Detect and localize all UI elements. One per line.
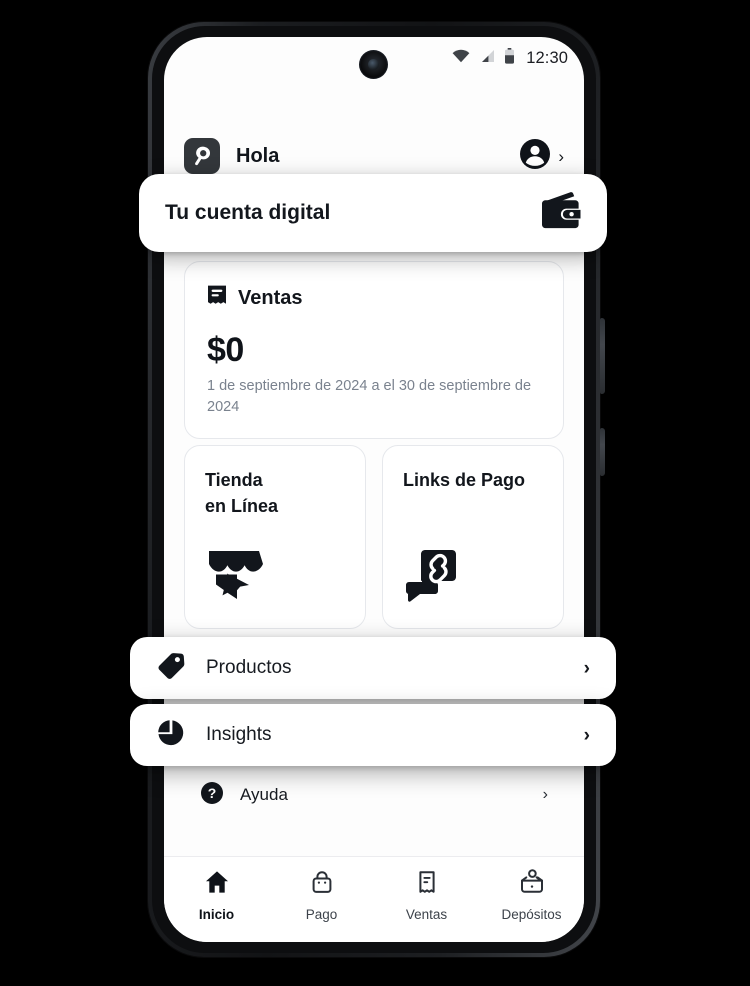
help-question-icon: ? (200, 781, 224, 810)
spotlight-card-tu-cuenta-digital[interactable]: Tu cuenta digital (139, 174, 607, 252)
sales-card-title: Ventas (238, 287, 303, 309)
nav-label-pago: Pago (305, 907, 338, 922)
spotlight-row-insights-label: Insights (206, 724, 272, 745)
sales-summary-card[interactable]: Ventas $0 1 de septiembre de 2024 a el 3… (184, 261, 564, 440)
chevron-right-icon: › (583, 724, 590, 746)
nav-label-depositos: Depósitos (501, 907, 562, 922)
account-avatar-icon (519, 138, 551, 175)
spotlight-account-title: Tu cuenta digital (165, 201, 331, 224)
spotlight-row-productos-label: Productos (206, 657, 292, 678)
tile-tienda-title: Tienda en Línea (205, 470, 279, 516)
nav-item-inicio[interactable]: Inicio (164, 869, 269, 922)
svg-text:?: ? (208, 785, 217, 801)
status-bar: 12:30 (164, 37, 584, 87)
list-item-ayuda[interactable]: ? Ayuda › (184, 772, 564, 818)
status-bar-clock: 12:30 (526, 49, 568, 67)
sales-card-header: Ventas (207, 284, 541, 313)
price-tag-icon (156, 651, 186, 686)
chevron-right-icon: › (542, 786, 548, 803)
deposit-tray-icon (518, 869, 546, 900)
power-button[interactable] (600, 428, 605, 476)
sales-amount-value: $0 (207, 331, 244, 369)
chevron-right-icon: › (558, 146, 564, 166)
nav-item-depositos[interactable]: Depósitos (479, 869, 584, 922)
cellular-signal-icon (479, 49, 495, 68)
sales-period-range: 1 de septiembre de 2024 a el 30 de septi… (207, 378, 532, 416)
greeting-text: Hola (236, 144, 280, 167)
tile-links-title: Links de Pago (403, 470, 526, 490)
storefront-icon (205, 547, 263, 608)
account-button[interactable]: › (519, 138, 564, 175)
nav-item-pago[interactable]: Pago (269, 869, 374, 922)
receipt-icon (414, 869, 440, 900)
nav-label-inicio: Inicio (198, 907, 235, 922)
payment-link-chat-icon (403, 547, 461, 608)
battery-icon (504, 48, 515, 69)
list-item-ayuda-label: Ayuda (240, 785, 288, 804)
wallet-icon (539, 191, 581, 236)
home-icon (204, 869, 230, 900)
shopping-bag-icon (309, 869, 335, 900)
tile-tienda-en-linea[interactable]: Tienda en Línea (184, 445, 366, 629)
clip-brand-logo-icon (184, 138, 220, 174)
wifi-icon (452, 49, 470, 68)
bottom-navigation-bar: Inicio Pago Ventas Depósitos (164, 856, 584, 942)
pie-chart-icon (156, 718, 186, 753)
nav-item-ventas[interactable]: Ventas (374, 869, 479, 922)
status-bar-icons: 12:30 (452, 48, 568, 69)
spotlight-row-productos[interactable]: Productos › (130, 637, 616, 699)
nav-label-ventas: Ventas (405, 907, 448, 922)
chevron-right-icon: › (583, 657, 590, 679)
camera-lens (368, 59, 379, 70)
volume-button[interactable] (600, 318, 605, 394)
spotlight-row-insights[interactable]: Insights › (130, 704, 616, 766)
quick-action-tiles: Tienda en Línea Links de Pago (184, 445, 564, 629)
receipt-icon (207, 284, 227, 313)
tile-links-de-pago[interactable]: Links de Pago (382, 445, 564, 629)
front-camera-icon (359, 50, 388, 79)
